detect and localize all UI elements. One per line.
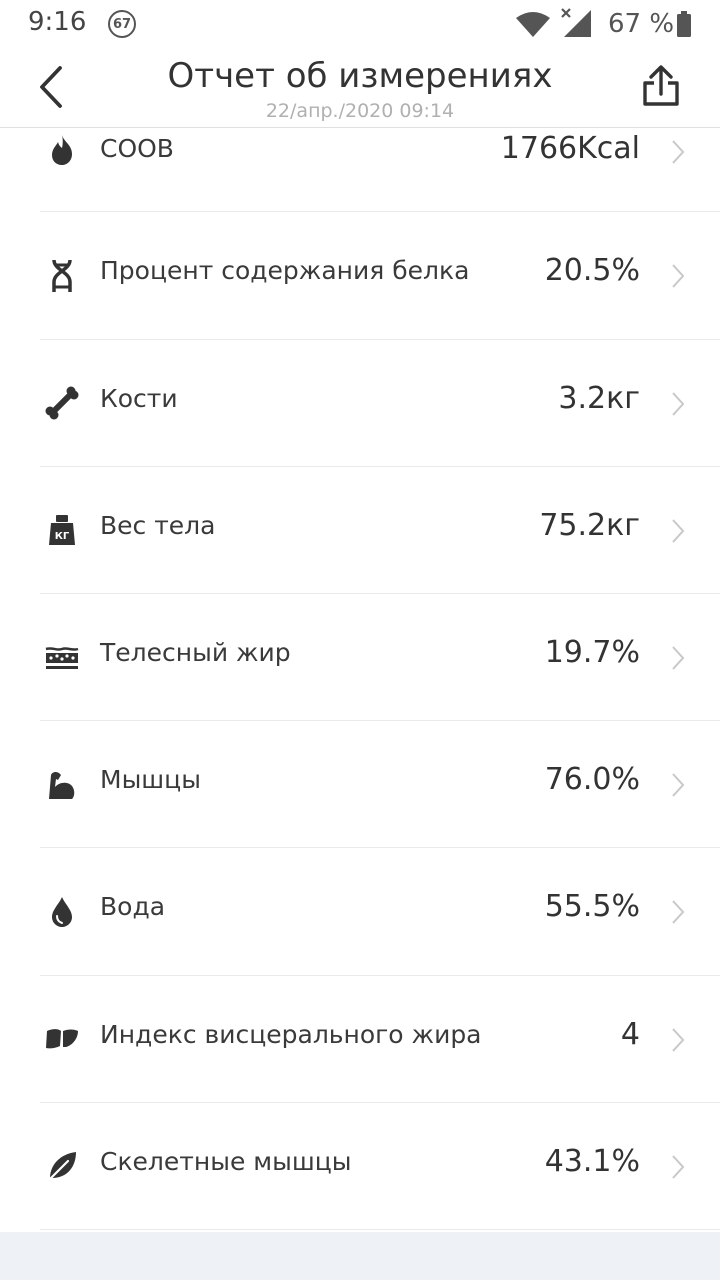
metric-row-muscle[interactable]: Мышцы 76.0% — [0, 721, 720, 849]
status-time: 9:16 — [28, 7, 87, 37]
water-drop-icon — [44, 894, 80, 930]
metric-value: 3.2кг — [558, 380, 640, 416]
chevron-right-icon — [672, 900, 685, 925]
metric-row-skeletal-muscle[interactable]: Скелетные мышцы 43.1% — [0, 1103, 720, 1231]
signal-icon — [561, 8, 591, 37]
metric-row-bone[interactable]: Кости 3.2кг — [0, 340, 720, 467]
metric-value: 1766Kcal — [500, 131, 640, 166]
metric-value: 20.5% — [544, 253, 640, 289]
chevron-right-icon — [672, 391, 685, 416]
metric-label: Кости — [100, 383, 178, 413]
metric-label: Скелетные мышцы — [100, 1146, 352, 1176]
wifi-icon — [516, 12, 550, 37]
muscle-icon — [44, 767, 80, 803]
leaf-icon — [44, 1148, 80, 1184]
metric-value: 75.2кг — [539, 507, 640, 543]
page-title: Отчет об измерениях — [167, 56, 553, 96]
chevron-right-icon — [672, 1155, 685, 1179]
battery-percent: 67 % — [608, 9, 675, 39]
dna-icon — [44, 258, 80, 294]
chevron-right-icon — [672, 773, 685, 797]
body-fat-icon — [44, 640, 80, 676]
measurement-timestamp: 22/апр./2020 09:14 — [265, 100, 455, 122]
chevron-right-icon — [672, 264, 685, 289]
metric-list: СООВ 1766Kcal Процент содержания белка 2… — [0, 128, 720, 1231]
metric-value: 76.0% — [544, 762, 640, 798]
app-header: Отчет об измерениях 22/апр./2020 09:14 — [0, 50, 720, 128]
chevron-right-icon — [672, 646, 685, 670]
metric-label: Индекс висцерального жира — [100, 1019, 482, 1049]
metric-row-visceral-fat[interactable]: Индекс висцерального жира 4 — [0, 976, 720, 1103]
metric-row-protein[interactable]: Процент содержания белка 20.5% — [0, 212, 720, 340]
weight-icon-label: КГ — [55, 531, 70, 542]
metric-label: Процент содержания белка — [100, 256, 470, 286]
metric-label: Вес тела — [100, 510, 216, 540]
metric-row-weight[interactable]: КГ Вес тела 75.2кг — [0, 467, 720, 595]
status-bar: 9:16 67 67 % — [0, 0, 720, 50]
visceral-fat-icon — [44, 1021, 80, 1057]
bone-icon — [44, 385, 80, 421]
metric-value: 19.7% — [544, 634, 640, 670]
notification-badge-icon: 67 — [108, 10, 136, 38]
chevron-right-icon — [672, 1027, 685, 1052]
weight-icon: КГ — [44, 512, 80, 548]
chevron-right-icon — [672, 140, 685, 164]
metric-label: Мышцы — [100, 765, 201, 795]
metric-label: Вода — [100, 892, 166, 922]
metric-row-water[interactable]: Вода 55.5% — [0, 848, 720, 976]
metric-value: 55.5% — [544, 889, 640, 925]
metric-value: 43.1% — [544, 1143, 640, 1179]
metric-row-body-fat[interactable]: Телесный жир 19.7% — [0, 594, 720, 722]
share-icon — [643, 65, 679, 106]
metric-label: Телесный жир — [100, 637, 291, 667]
battery-icon — [677, 11, 691, 37]
metric-value: 4 — [620, 1016, 640, 1052]
metric-label: СООВ — [100, 134, 174, 163]
bottom-band — [0, 1232, 720, 1280]
chevron-right-icon — [672, 519, 685, 543]
flame-icon — [44, 132, 80, 168]
metric-row-bmr[interactable]: СООВ 1766Kcal — [0, 128, 720, 213]
share-button[interactable] — [636, 60, 686, 112]
